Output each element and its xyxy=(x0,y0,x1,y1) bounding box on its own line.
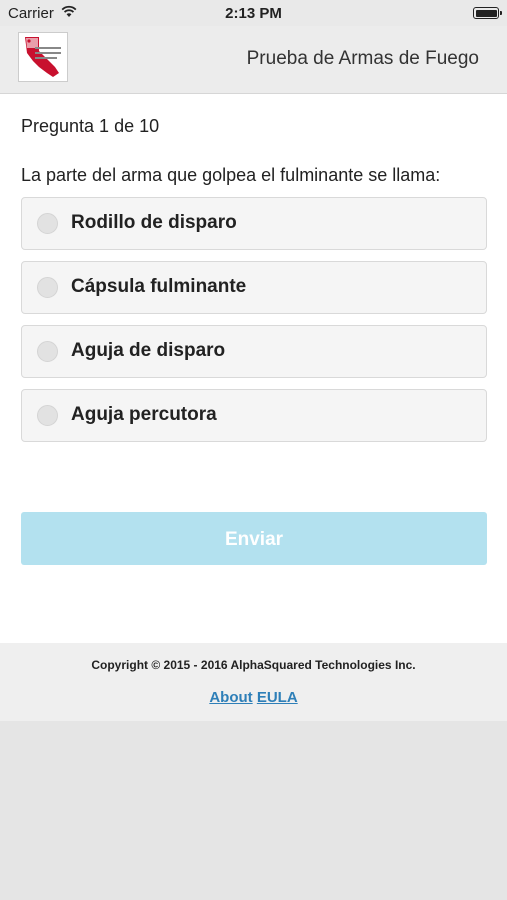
answer-option-label: Rodillo de disparo xyxy=(71,212,237,233)
footer-links: About EULA xyxy=(0,689,507,706)
answer-option-label: Aguja de disparo xyxy=(71,340,226,361)
answer-option[interactable]: Cápsula fulminante xyxy=(21,261,487,314)
radio-button[interactable] xyxy=(37,213,58,234)
clock: 2:13 PM xyxy=(225,5,282,22)
about-link[interactable]: About xyxy=(209,689,252,706)
battery-icon xyxy=(473,7,502,19)
california-logo xyxy=(18,32,68,82)
radio-button[interactable] xyxy=(37,341,58,362)
radio-button[interactable] xyxy=(37,277,58,298)
answer-option-label: Aguja percutora xyxy=(71,404,217,425)
status-bar: Carrier 2:13 PM xyxy=(0,0,507,26)
answer-option-label: Cápsula fulminante xyxy=(71,276,247,297)
answer-option[interactable]: Aguja de disparo xyxy=(21,325,487,378)
quiz-content: Pregunta 1 de 10 La parte del arma que g… xyxy=(0,94,507,643)
answer-option[interactable]: Rodillo de disparo xyxy=(21,197,487,250)
copyright-text: Copyright © 2015 - 2016 AlphaSquared Tec… xyxy=(91,658,416,672)
question-counter: Pregunta 1 de 10 xyxy=(21,116,160,136)
question-text: La parte del arma que golpea el fulminan… xyxy=(21,165,441,185)
eula-link[interactable]: EULA xyxy=(257,689,298,706)
page-title: Prueba de Armas de Fuego xyxy=(246,48,479,69)
footer: Copyright © 2015 - 2016 AlphaSquared Tec… xyxy=(0,643,507,721)
answer-option[interactable]: Aguja percutora xyxy=(21,389,487,442)
app-header: Prueba de Armas de Fuego xyxy=(0,26,507,94)
radio-button[interactable] xyxy=(37,405,58,426)
submit-button[interactable]: Enviar xyxy=(21,512,487,565)
